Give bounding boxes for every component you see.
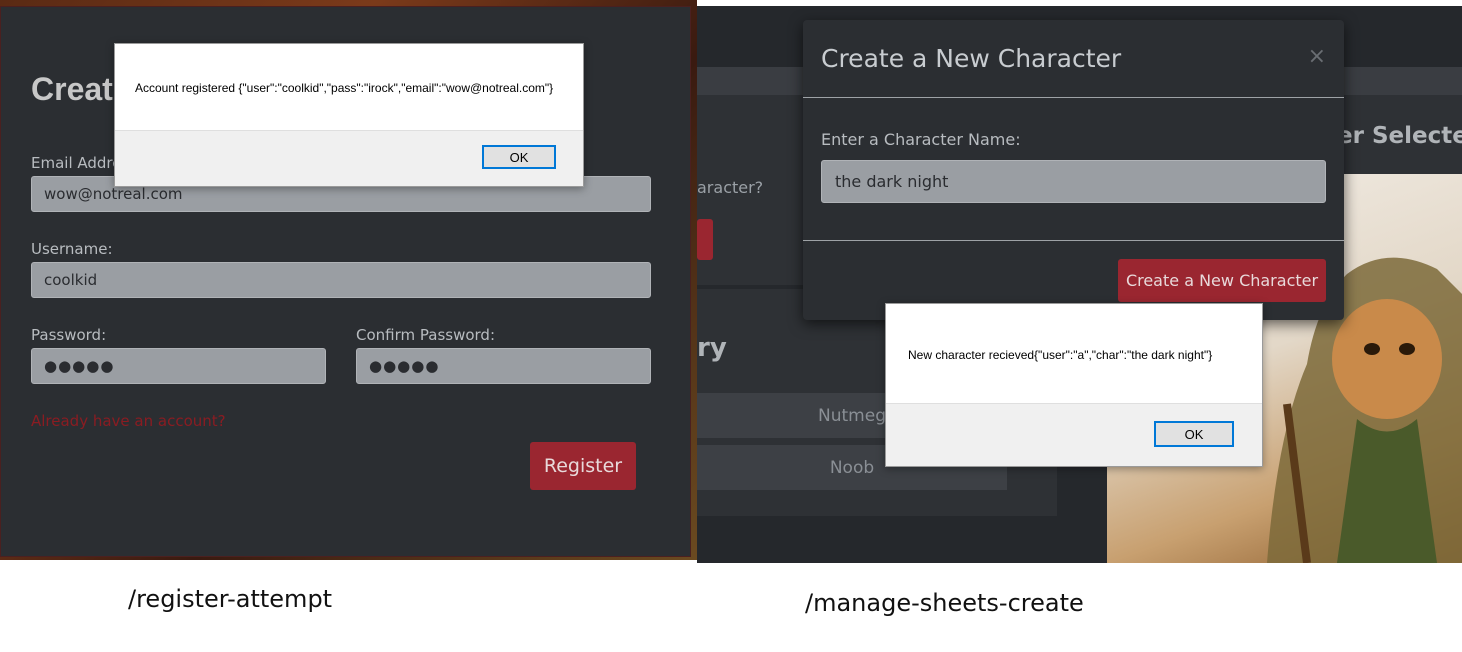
ok-button[interactable]: OK xyxy=(482,145,556,169)
ok-button[interactable]: OK xyxy=(1154,421,1234,447)
modal-title: Create a New Character xyxy=(821,44,1122,73)
password-label: Password: xyxy=(31,326,107,344)
manage-sheets-panel: aracter? ry Nutmeg Noob er Selecte Creat… xyxy=(697,6,1462,563)
create-character-modal: Create a New Character × Enter a Charact… xyxy=(803,20,1344,320)
selected-character-heading: er Selecte xyxy=(1337,123,1462,149)
confirm-password-label: Confirm Password: xyxy=(356,326,496,344)
left-caption: /register-attempt xyxy=(128,585,333,613)
username-field[interactable]: coolkid xyxy=(31,262,651,298)
alert-footer: OK xyxy=(886,403,1262,466)
close-icon[interactable]: × xyxy=(1308,44,1326,69)
character-name-input[interactable]: the dark night xyxy=(821,160,1326,203)
modal-divider xyxy=(803,97,1344,98)
right-caption: /manage-sheets-create xyxy=(805,589,1084,617)
background-red-button[interactable] xyxy=(697,219,713,260)
card-title: Creat xyxy=(31,71,113,107)
background-question: aracter? xyxy=(697,178,764,197)
username-label: Username: xyxy=(31,240,113,258)
password-field[interactable]: ●●●●● xyxy=(31,348,326,384)
create-character-button[interactable]: Create a New Character xyxy=(1118,259,1326,302)
character-name-label: Enter a Character Name: xyxy=(821,130,1021,149)
login-link[interactable]: Already have an account? xyxy=(31,412,226,430)
register-button[interactable]: Register xyxy=(530,442,636,490)
character-alert-dialog: New character recieved{"user":"a","char"… xyxy=(885,303,1263,467)
modal-divider xyxy=(803,240,1344,241)
alert-message: Account registered {"user":"coolkid","pa… xyxy=(135,81,554,95)
email-label: Email Addre xyxy=(31,154,122,172)
background-heading: ry xyxy=(697,333,727,363)
register-alert-dialog: Account registered {"user":"coolkid","pa… xyxy=(114,43,584,187)
register-panel: Creat Email Addre wow@notreal.com Userna… xyxy=(0,0,697,560)
confirm-password-field[interactable]: ●●●●● xyxy=(356,348,651,384)
alert-footer: OK xyxy=(115,130,583,186)
alert-message: New character recieved{"user":"a","char"… xyxy=(908,348,1213,362)
